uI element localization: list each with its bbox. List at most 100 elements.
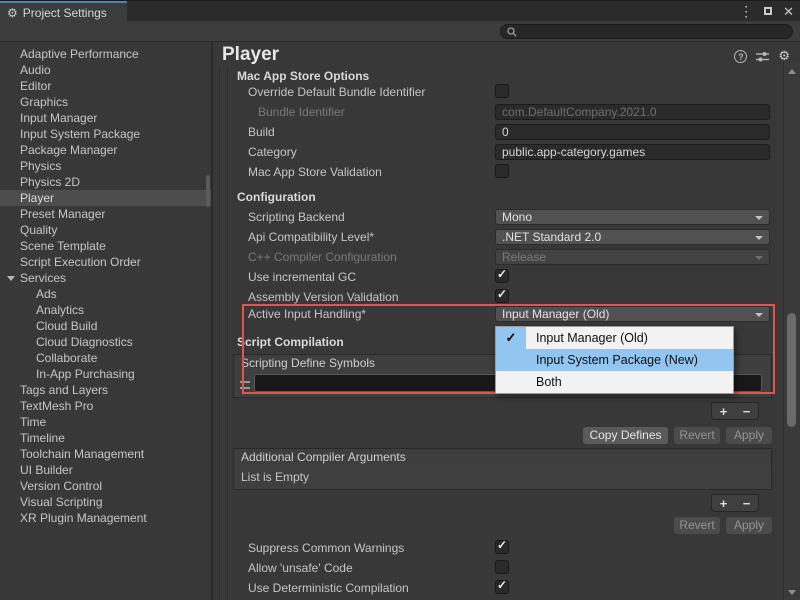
- scrollbar-thumb[interactable]: [787, 313, 796, 427]
- sidebar-item-timeline[interactable]: Timeline: [0, 430, 211, 446]
- sidebar-item-label: Ads: [36, 287, 57, 301]
- sidebar-item-cloud-diagnostics[interactable]: Cloud Diagnostics: [0, 334, 211, 350]
- sidebar-item-label: Version Control: [20, 479, 102, 493]
- field-build[interactable]: 0: [495, 124, 770, 140]
- sidebar-item-textmesh-pro[interactable]: TextMesh Pro: [0, 398, 211, 414]
- setting-label-scripting-backend: Scripting Backend: [248, 210, 345, 224]
- setting-row-bundle-identifier: Bundle Identifiercom.DefaultCompany.2021…: [213, 102, 783, 122]
- popup-option-label: Input Manager (Old): [536, 331, 648, 345]
- scroll-down-icon[interactable]: [788, 590, 796, 595]
- sidebar-item-script-execution-order[interactable]: Script Execution Order: [0, 254, 211, 270]
- sidebar-item-version-control[interactable]: Version Control: [0, 478, 211, 494]
- sidebar-item-label: Analytics: [36, 303, 84, 317]
- sidebar-item-preset-manager[interactable]: Preset Manager: [0, 206, 211, 222]
- setting-label-build: Build: [248, 125, 275, 139]
- sidebar-item-in-app-purchasing[interactable]: In-App Purchasing: [0, 366, 211, 382]
- sidebar-item-tags-and-layers[interactable]: Tags and Layers: [0, 382, 211, 398]
- setting-label-suppress-common-warnings: Suppress Common Warnings: [248, 541, 404, 555]
- sidebar-item-input-system-package[interactable]: Input System Package: [0, 126, 211, 142]
- sidebar-item-cloud-build[interactable]: Cloud Build: [0, 318, 211, 334]
- remove-argument-button[interactable]: −: [743, 497, 751, 510]
- sidebar-item-label: Graphics: [20, 95, 68, 109]
- scroll-up-icon[interactable]: [788, 69, 796, 74]
- project-settings-window: ⚙ Project Settings ⋮ ✕ Adaptive Performa…: [0, 0, 800, 600]
- popup-option-input-system-package-new[interactable]: Input System Package (New): [496, 349, 733, 371]
- sidebar-item-label: Editor: [20, 79, 51, 93]
- sidebar-item-player[interactable]: Player: [0, 190, 211, 206]
- popup-option-both[interactable]: Both: [496, 371, 733, 393]
- sidebar-item-adaptive-performance[interactable]: Adaptive Performance: [0, 46, 211, 62]
- sidebar-item-time[interactable]: Time: [0, 414, 211, 430]
- sidebar-item-services[interactable]: Services: [0, 270, 211, 286]
- sidebar-item-scene-template[interactable]: Scene Template: [0, 238, 211, 254]
- dropdown-scripting-backend[interactable]: Mono: [495, 209, 770, 225]
- sidebar-item-audio[interactable]: Audio: [0, 62, 211, 78]
- revert-button: Revert: [674, 517, 720, 534]
- define-symbols-list-footer: + −: [711, 402, 759, 420]
- page-title: Player: [222, 44, 279, 66]
- window-menu-icon[interactable]: ⋮: [739, 4, 753, 18]
- presets-icon[interactable]: [756, 51, 769, 62]
- sidebar-item-visual-scripting[interactable]: Visual Scripting: [0, 494, 211, 510]
- sidebar-item-ui-builder[interactable]: UI Builder: [0, 462, 211, 478]
- checkbox-override-default-bundle-identifier[interactable]: [495, 84, 509, 98]
- setting-row-api-compatibility-level: Api Compatibility Level*.NET Standard 2.…: [213, 227, 783, 247]
- sidebar-item-label: Physics: [20, 159, 61, 173]
- search-box[interactable]: [500, 24, 793, 39]
- setting-label-use-incremental-gc: Use incremental GC: [248, 270, 356, 284]
- setting-label-allow-unsafe-code: Allow 'unsafe' Code: [248, 561, 353, 575]
- popup-option-input-manager-old[interactable]: ✓Input Manager (Old): [496, 327, 733, 349]
- sidebar-item-label: TextMesh Pro: [20, 399, 93, 413]
- popup-option-label: Both: [536, 375, 562, 389]
- sidebar-item-physics-2d[interactable]: Physics 2D: [0, 174, 211, 190]
- sidebar-item-analytics[interactable]: Analytics: [0, 302, 211, 318]
- checkbox-use-incremental-gc[interactable]: ✓: [495, 269, 509, 283]
- sidebar-item-graphics[interactable]: Graphics: [0, 94, 211, 110]
- sidebar-scrollbar-thumb[interactable]: [206, 175, 210, 207]
- sidebar-item-toolchain-management[interactable]: Toolchain Management: [0, 446, 211, 462]
- chevron-down-icon: [755, 256, 763, 260]
- maximize-icon[interactable]: [764, 7, 772, 15]
- sidebar-item-label: Player: [20, 191, 54, 205]
- setting-row-suppress-common-warnings: Suppress Common Warnings ✓: [213, 538, 783, 558]
- setting-row-override-default-bundle-identifier: Override Default Bundle Identifier: [213, 82, 783, 102]
- setting-row-category: Categorypublic.app-category.games: [213, 142, 783, 162]
- sidebar-item-package-manager[interactable]: Package Manager: [0, 142, 211, 158]
- checkbox-allow-unsafe-code[interactable]: [495, 560, 509, 574]
- copy-defines-button[interactable]: Copy Defines: [583, 427, 668, 444]
- foldout-arrow-icon[interactable]: [7, 276, 15, 281]
- checkbox-suppress-common-warnings[interactable]: ✓: [495, 540, 509, 554]
- sidebar-item-xr-plugin-management[interactable]: XR Plugin Management: [0, 510, 211, 526]
- additional-compiler-arguments-list: List is Empty: [233, 465, 772, 490]
- sidebar-item-label: Preset Manager: [20, 207, 105, 221]
- field-category[interactable]: public.app-category.games: [495, 144, 770, 160]
- close-icon[interactable]: ✕: [783, 5, 794, 18]
- search-input[interactable]: [520, 26, 785, 38]
- chevron-down-icon: [755, 216, 763, 220]
- sidebar-item-collaborate[interactable]: Collaborate: [0, 350, 211, 366]
- vertical-scrollbar[interactable]: [783, 62, 800, 600]
- checkbox-use-deterministic-compilation[interactable]: ✓: [495, 580, 509, 594]
- add-define-button[interactable]: +: [720, 405, 728, 418]
- sidebar-item-label: Collaborate: [36, 351, 97, 365]
- revert-button: Revert: [674, 427, 720, 444]
- sidebar-item-label: Timeline: [20, 431, 65, 445]
- sidebar-item-label: Physics 2D: [20, 175, 80, 189]
- sidebar-item-quality[interactable]: Quality: [0, 222, 211, 238]
- drag-handle-icon[interactable]: [240, 381, 250, 389]
- help-icon[interactable]: ?: [734, 50, 747, 63]
- dropdown-api-compatibility-level[interactable]: .NET Standard 2.0: [495, 229, 770, 245]
- tab-project-settings[interactable]: ⚙ Project Settings: [0, 1, 127, 22]
- sidebar-item-label: Input System Package: [20, 127, 140, 141]
- sidebar-item-editor[interactable]: Editor: [0, 78, 211, 94]
- sidebar-item-ads[interactable]: Ads: [0, 286, 211, 302]
- checkbox-assembly-version-validation[interactable]: ✓: [495, 289, 509, 303]
- sidebar-item-physics[interactable]: Physics: [0, 158, 211, 174]
- remove-define-button[interactable]: −: [743, 405, 751, 418]
- checkbox-mac-app-store-validation[interactable]: [495, 164, 509, 178]
- dropdown-active-input-handling[interactable]: Input Manager (Old): [495, 306, 770, 322]
- sidebar-item-label: Cloud Diagnostics: [36, 335, 133, 349]
- add-argument-button[interactable]: +: [720, 497, 728, 510]
- sidebar-item-input-manager[interactable]: Input Manager: [0, 110, 211, 126]
- setting-label-mac-app-store-validation: Mac App Store Validation: [248, 165, 382, 179]
